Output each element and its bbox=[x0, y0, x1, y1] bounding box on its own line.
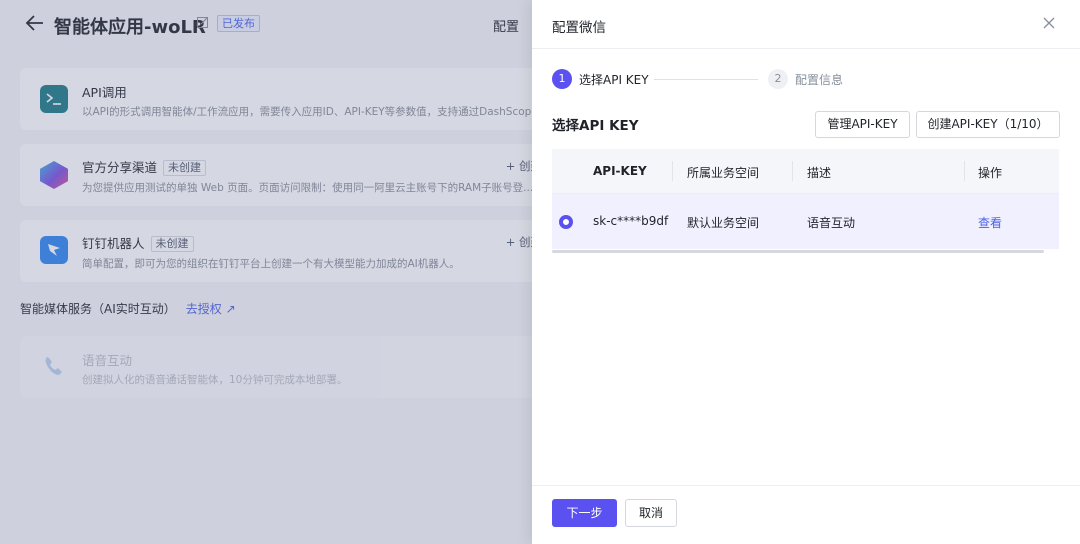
step-connector bbox=[654, 79, 758, 80]
next-step-button[interactable]: 下一步 bbox=[552, 499, 617, 527]
column-separator bbox=[964, 161, 965, 181]
step-number: 2 bbox=[768, 69, 788, 89]
row-radio-selected[interactable] bbox=[559, 215, 573, 229]
config-wechat-drawer: 配置微信 1 选择API KEY 2 配置信息 选择API KEY 管理API-… bbox=[532, 0, 1080, 544]
view-link[interactable]: 查看 bbox=[978, 214, 1002, 231]
step-number: 1 bbox=[552, 69, 572, 89]
description-cell: 语音互动 bbox=[807, 216, 856, 230]
divider bbox=[532, 485, 1080, 486]
step-label: 选择API KEY bbox=[579, 72, 649, 87]
api-key-table: API-KEY 所属业务空间 描述 操作 sk-c****b9df 默认业务空间… bbox=[552, 149, 1059, 253]
column-header: 描述 bbox=[807, 166, 832, 180]
column-header: 操作 bbox=[978, 166, 1003, 180]
workspace-cell: 默认业务空间 bbox=[687, 216, 760, 230]
step-1: 1 选择API KEY bbox=[552, 69, 649, 89]
table-header: API-KEY 所属业务空间 描述 操作 bbox=[552, 149, 1059, 193]
api-key-cell: sk-c****b9df bbox=[593, 214, 669, 228]
column-header: API-KEY bbox=[593, 164, 647, 178]
column-header: 所属业务空间 bbox=[687, 166, 760, 180]
table-row[interactable]: sk-c****b9df 默认业务空间 语音互动 查看 bbox=[552, 193, 1059, 249]
step-2: 2 配置信息 bbox=[768, 69, 843, 89]
drawer-title: 配置微信 bbox=[552, 20, 606, 36]
step-label: 配置信息 bbox=[795, 72, 844, 87]
cancel-button[interactable]: 取消 bbox=[625, 499, 677, 527]
column-separator bbox=[672, 161, 673, 181]
column-separator bbox=[792, 161, 793, 181]
horizontal-scrollbar[interactable] bbox=[552, 250, 1044, 253]
section-title: 选择API KEY bbox=[552, 118, 639, 134]
close-icon[interactable] bbox=[1042, 16, 1056, 30]
divider bbox=[532, 48, 1080, 49]
manage-api-key-button[interactable]: 管理API-KEY bbox=[815, 111, 910, 138]
create-api-key-button[interactable]: 创建API-KEY（1/10） bbox=[916, 111, 1060, 138]
